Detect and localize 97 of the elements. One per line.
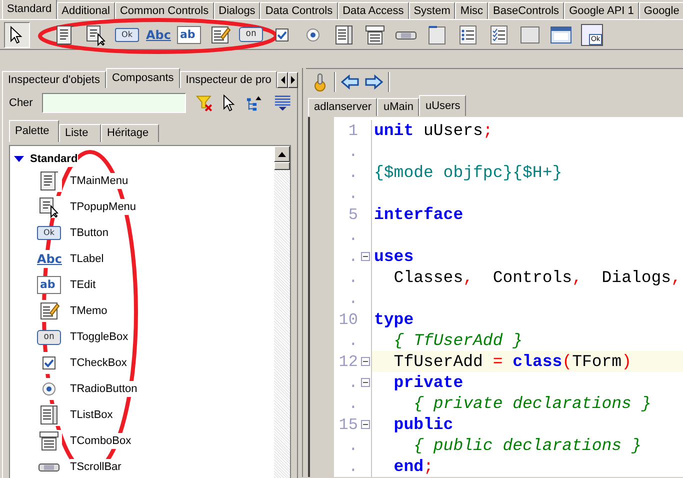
caret-right-icon	[290, 76, 296, 84]
panel-tab[interactable]: Inspecteur de pro	[180, 71, 278, 88]
panel-tab[interactable]: Composants	[106, 68, 180, 88]
file-tab[interactable]: uUsers	[419, 95, 466, 116]
line-number: 10	[338, 310, 359, 330]
code-line: end;	[392, 456, 434, 477]
palette-view-tab[interactable]: Palette	[9, 120, 59, 142]
component-page-tab[interactable]: Additional	[56, 2, 115, 19]
toggle-glyph-icon: on	[37, 330, 61, 344]
component-item[interactable]: TRadioButton	[70, 380, 138, 398]
line-number: .	[347, 162, 359, 184]
component-page-tab[interactable]: Google API 1	[564, 2, 639, 19]
combo-box-icon[interactable]	[364, 24, 386, 46]
component-item[interactable]: TMainMenu	[70, 172, 128, 190]
component-item[interactable]: TScrollBar	[70, 458, 122, 476]
group-box-icon[interactable]	[426, 24, 448, 46]
popup-menu-icon[interactable]	[85, 24, 107, 46]
line-number: .	[347, 142, 359, 162]
code-line: { TfUserAdd }	[392, 330, 524, 351]
code-line: interface	[373, 204, 464, 225]
line-number: 15	[338, 414, 359, 436]
component-page-tab[interactable]: Google	[638, 2, 683, 19]
selection-pointer-button[interactable]	[4, 22, 30, 48]
popup-menu-icon	[38, 196, 60, 218]
search-label: Cher	[9, 96, 34, 111]
line-number: .	[347, 372, 359, 394]
menu-icon	[38, 170, 60, 192]
fold-toggle-icon[interactable]	[361, 252, 370, 261]
pointer-icon	[10, 26, 24, 44]
pointer-icon[interactable]	[223, 94, 236, 112]
collapse-list-icon[interactable]	[274, 94, 291, 112]
component-page-tab[interactable]: Dialogs	[214, 2, 260, 19]
line-number: .	[347, 288, 359, 310]
component-page-tab[interactable]: Common Controls	[114, 2, 214, 19]
line-number: 1	[347, 120, 359, 142]
arrow-left-icon[interactable]	[340, 72, 360, 90]
code-line: type	[373, 309, 415, 330]
edit-field-icon: ab	[37, 276, 61, 294]
edit-field-icon[interactable]: ab	[177, 26, 201, 44]
code-line: uses	[373, 246, 415, 267]
panel-icon[interactable]	[519, 24, 541, 46]
window-icon[interactable]	[550, 24, 572, 46]
tree-sort-icon[interactable]	[246, 94, 264, 112]
scroll-right-button[interactable]	[288, 72, 298, 88]
component-page-tab[interactable]: System	[408, 2, 456, 19]
code-line: Classes, Controls, Dialogs,	[392, 267, 682, 288]
line-number: .	[347, 268, 359, 288]
component-page-tab[interactable]: Data Controls	[260, 2, 338, 19]
vertical-scrollbar[interactable]	[274, 146, 290, 478]
line-number: .	[347, 330, 359, 352]
code-line: unit uUsers;	[373, 120, 494, 141]
clear-filter-icon[interactable]	[196, 94, 214, 112]
file-tab[interactable]: uMain	[377, 98, 420, 116]
line-number: .	[347, 394, 359, 414]
scroll-up-button[interactable]	[274, 146, 290, 162]
component-item[interactable]: TPopupMenu	[70, 198, 136, 216]
component-page-tab[interactable]: Data Access	[338, 2, 409, 19]
search-field[interactable]	[42, 93, 186, 113]
code-line: { private declarations }	[412, 393, 652, 414]
radio-group-icon[interactable]	[457, 24, 479, 46]
code-line: {$mode objfpc}{$H+}	[373, 162, 564, 183]
fold-toggle-icon[interactable]	[361, 420, 370, 429]
toggle-glyph-icon[interactable]: on	[239, 27, 263, 42]
palette-view-tab[interactable]: Liste	[59, 124, 101, 142]
scroll-thumb[interactable]	[274, 162, 290, 170]
arrow-right-icon[interactable]	[364, 72, 384, 90]
button-glyph-icon: Ok	[37, 226, 61, 240]
component-item[interactable]: TComboBox	[70, 432, 132, 450]
code-line: private	[392, 372, 464, 393]
memo-pencil-icon	[38, 300, 60, 322]
scroll-left-button[interactable]	[277, 72, 288, 88]
code-line: { public declarations }	[412, 435, 642, 456]
fold-toggle-icon[interactable]	[361, 357, 370, 366]
file-tab[interactable]: adlanserver	[308, 98, 378, 116]
memo-pencil-icon[interactable]	[209, 24, 231, 46]
menu-icon[interactable]	[54, 24, 76, 46]
line-number: .	[347, 456, 359, 477]
label-glyph-icon: Abc	[37, 250, 61, 268]
combo-box-icon	[38, 430, 60, 452]
fold-toggle-icon[interactable]	[361, 378, 370, 387]
caret-up-icon	[278, 152, 286, 156]
code-line: public	[392, 414, 454, 435]
component-page-tab[interactable]: BaseControls	[488, 2, 564, 19]
line-number: 12	[338, 352, 359, 372]
line-number: .	[347, 184, 359, 204]
component-page-tab[interactable]: Standard	[2, 0, 57, 19]
line-number: .	[347, 436, 359, 456]
check-group-icon[interactable]	[488, 24, 510, 46]
line-number: 5	[347, 204, 359, 226]
caret-left-icon	[280, 76, 286, 84]
component-page-tab[interactable]: Misc	[455, 2, 488, 19]
line-number: .	[347, 246, 359, 268]
line-number: .	[347, 226, 359, 246]
expand-arrow-icon[interactable]	[14, 155, 24, 163]
label-glyph-icon[interactable]: Abc	[146, 26, 170, 44]
palette-view-tab[interactable]: Héritage	[101, 124, 159, 142]
button-glyph-icon[interactable]: Ok	[115, 28, 139, 42]
